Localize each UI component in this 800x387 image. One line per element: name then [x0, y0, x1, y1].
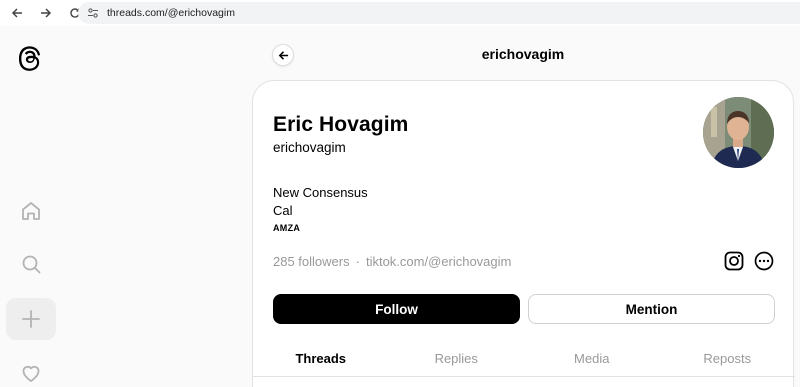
bio-line: New Consensus [273, 185, 368, 200]
forward-nav-button[interactable] [38, 5, 54, 21]
address-bar[interactable]: threads.com/@erichovagim [78, 2, 800, 24]
threads-logo-icon [18, 46, 41, 71]
profile-card: Eric Hovagim erichovagim New Consensus C… [252, 80, 795, 387]
search-icon [22, 255, 41, 274]
site-settings-icon[interactable] [87, 7, 99, 19]
more-icon [754, 251, 774, 271]
avatar[interactable] [703, 97, 774, 168]
profile-name: Eric Hovagim [273, 113, 409, 136]
heart-icon [22, 365, 40, 382]
more-options-button[interactable] [752, 249, 776, 273]
instagram-button[interactable] [722, 249, 746, 273]
url-text: threads.com/@erichovagim [107, 7, 235, 19]
home-icon [22, 202, 40, 220]
bio-line: Cal [273, 203, 293, 218]
back-nav-button[interactable] [9, 5, 25, 21]
tab-media[interactable]: Media [524, 339, 660, 377]
browser-toolbar: threads.com/@erichovagim [0, 0, 800, 26]
instagram-icon [724, 251, 744, 271]
sidebar-item-search[interactable] [6, 243, 56, 285]
sidebar-item-create[interactable] [6, 298, 56, 340]
tab-threads[interactable]: Threads [253, 339, 389, 377]
tab-replies[interactable]: Replies [389, 339, 525, 377]
tab-reposts[interactable]: Reposts [660, 339, 796, 377]
sidebar-item-home[interactable] [6, 190, 56, 232]
avatar-image [703, 97, 774, 168]
left-sidebar [0, 26, 62, 387]
arrow-right-icon [41, 8, 52, 18]
followers-count[interactable]: 285 followers [273, 254, 350, 269]
page-header: erichovagim [252, 26, 794, 82]
profile-link[interactable]: tiktok.com/@erichovagim [366, 254, 511, 269]
arrow-left-icon [11, 8, 22, 18]
tabs-divider [253, 376, 795, 377]
bio-tag: AMZA [273, 223, 301, 233]
profile-tabs: Threads Replies Media Reposts [253, 339, 795, 377]
page-title: erichovagim [481, 46, 565, 62]
profile-meta: 285 followers · tiktok.com/@erichovagim [273, 254, 511, 269]
sidebar-item-activity[interactable] [6, 352, 56, 387]
profile-handle: erichovagim [273, 140, 346, 155]
create-icon [22, 310, 40, 328]
threads-logo[interactable] [15, 41, 45, 75]
separator: · [355, 254, 360, 269]
follow-button[interactable]: Follow [273, 294, 520, 324]
mention-button[interactable]: Mention [528, 294, 775, 324]
